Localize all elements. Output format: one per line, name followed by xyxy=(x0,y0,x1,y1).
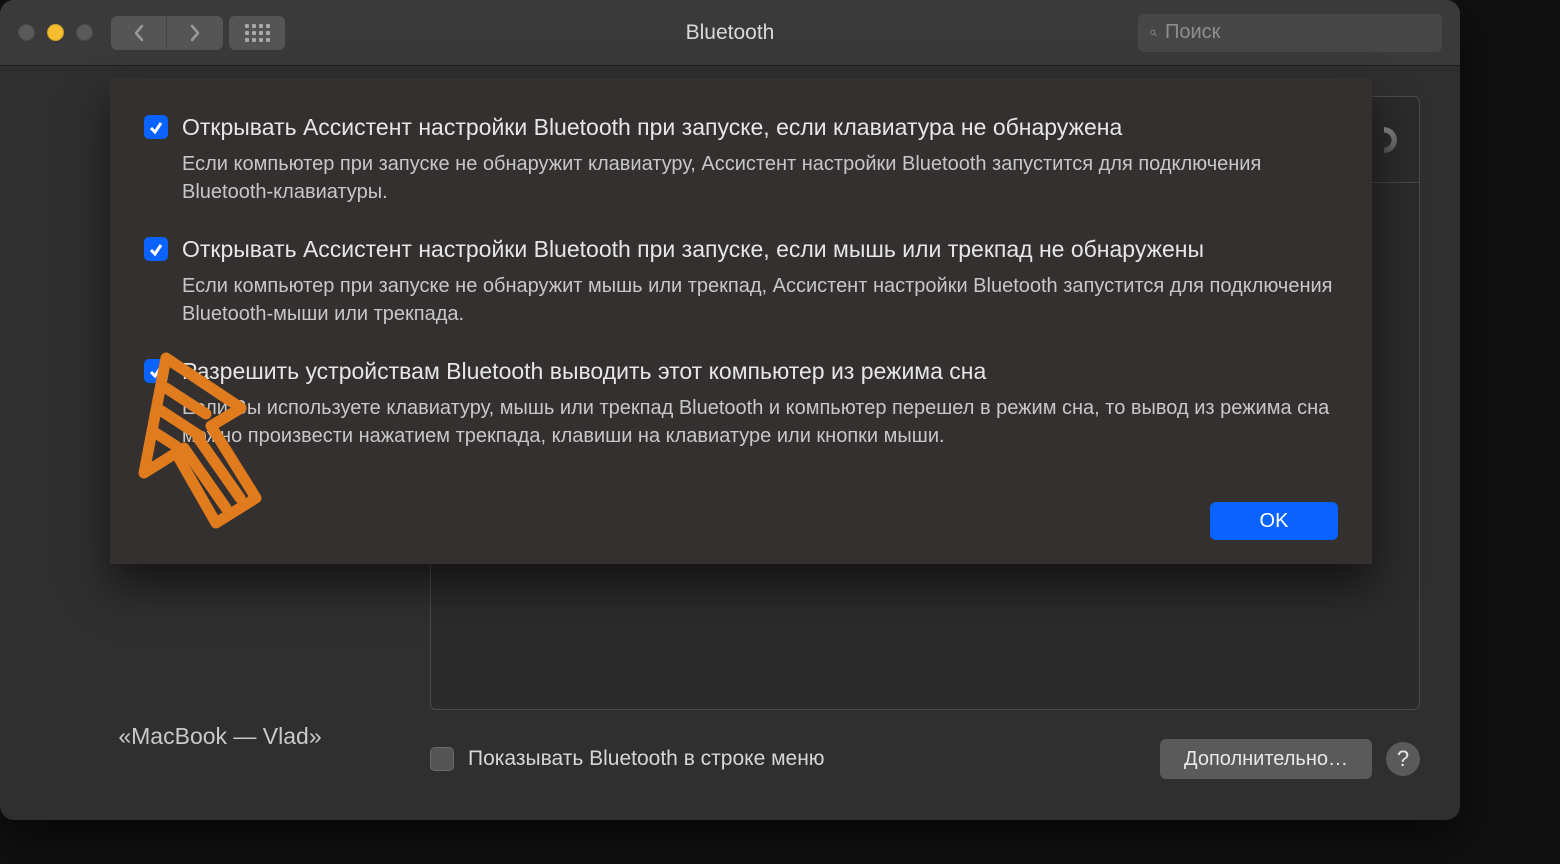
option-row: Открывать Ассистент настройки Bluetooth … xyxy=(144,112,1338,224)
help-button[interactable]: ? xyxy=(1386,742,1420,776)
search-field[interactable] xyxy=(1138,14,1442,52)
preferences-window: Bluetooth «MacBook — Vlad» Показывать Bl… xyxy=(0,0,1460,820)
window-zoom-button[interactable] xyxy=(76,24,93,41)
option-description: Если компьютер при запуске не обнаружит … xyxy=(182,150,1338,206)
option-checkbox[interactable] xyxy=(144,237,168,261)
ok-button[interactable]: OK xyxy=(1210,502,1338,540)
option-label: Открывать Ассистент настройки Bluetooth … xyxy=(182,234,1338,264)
show-all-button[interactable] xyxy=(229,16,285,50)
show-in-menubar-checkbox[interactable] xyxy=(430,747,454,771)
option-description: Если Вы используете клавиатуру, мышь или… xyxy=(182,394,1338,450)
show-in-menubar-label: Показывать Bluetooth в строке меню xyxy=(468,747,1146,771)
forward-button[interactable] xyxy=(167,16,223,50)
advanced-sheet: Открывать Ассистент настройки Bluetooth … xyxy=(110,78,1372,564)
back-button[interactable] xyxy=(111,16,167,50)
option-checkbox[interactable] xyxy=(144,115,168,139)
search-input[interactable] xyxy=(1165,21,1430,44)
option-description: Если компьютер при запуске не обнаружит … xyxy=(182,272,1338,328)
titlebar: Bluetooth xyxy=(0,0,1460,66)
loading-spinner-icon xyxy=(1371,127,1397,153)
option-row: Открывать Ассистент настройки Bluetooth … xyxy=(144,234,1338,346)
nav-segment xyxy=(111,16,223,50)
traffic-lights xyxy=(18,24,93,41)
option-row: Разрешить устройствам Bluetooth выводить… xyxy=(144,356,1338,468)
option-checkbox[interactable] xyxy=(144,359,168,383)
option-label: Открывать Ассистент настройки Bluetooth … xyxy=(182,112,1338,142)
option-label: Разрешить устройствам Bluetooth выводить… xyxy=(182,356,1338,386)
grid-icon xyxy=(245,24,270,42)
bottom-bar: Показывать Bluetooth в строке меню Допол… xyxy=(430,710,1420,790)
advanced-button[interactable]: Дополнительно… xyxy=(1160,739,1372,779)
search-icon xyxy=(1150,23,1157,43)
sheet-footer: OK xyxy=(144,502,1338,540)
options-container: Открывать Ассистент настройки Bluetooth … xyxy=(144,112,1338,468)
device-name-label: «MacBook — Vlad» xyxy=(118,723,321,750)
window-minimize-button[interactable] xyxy=(47,24,64,41)
window-close-button[interactable] xyxy=(18,24,35,41)
